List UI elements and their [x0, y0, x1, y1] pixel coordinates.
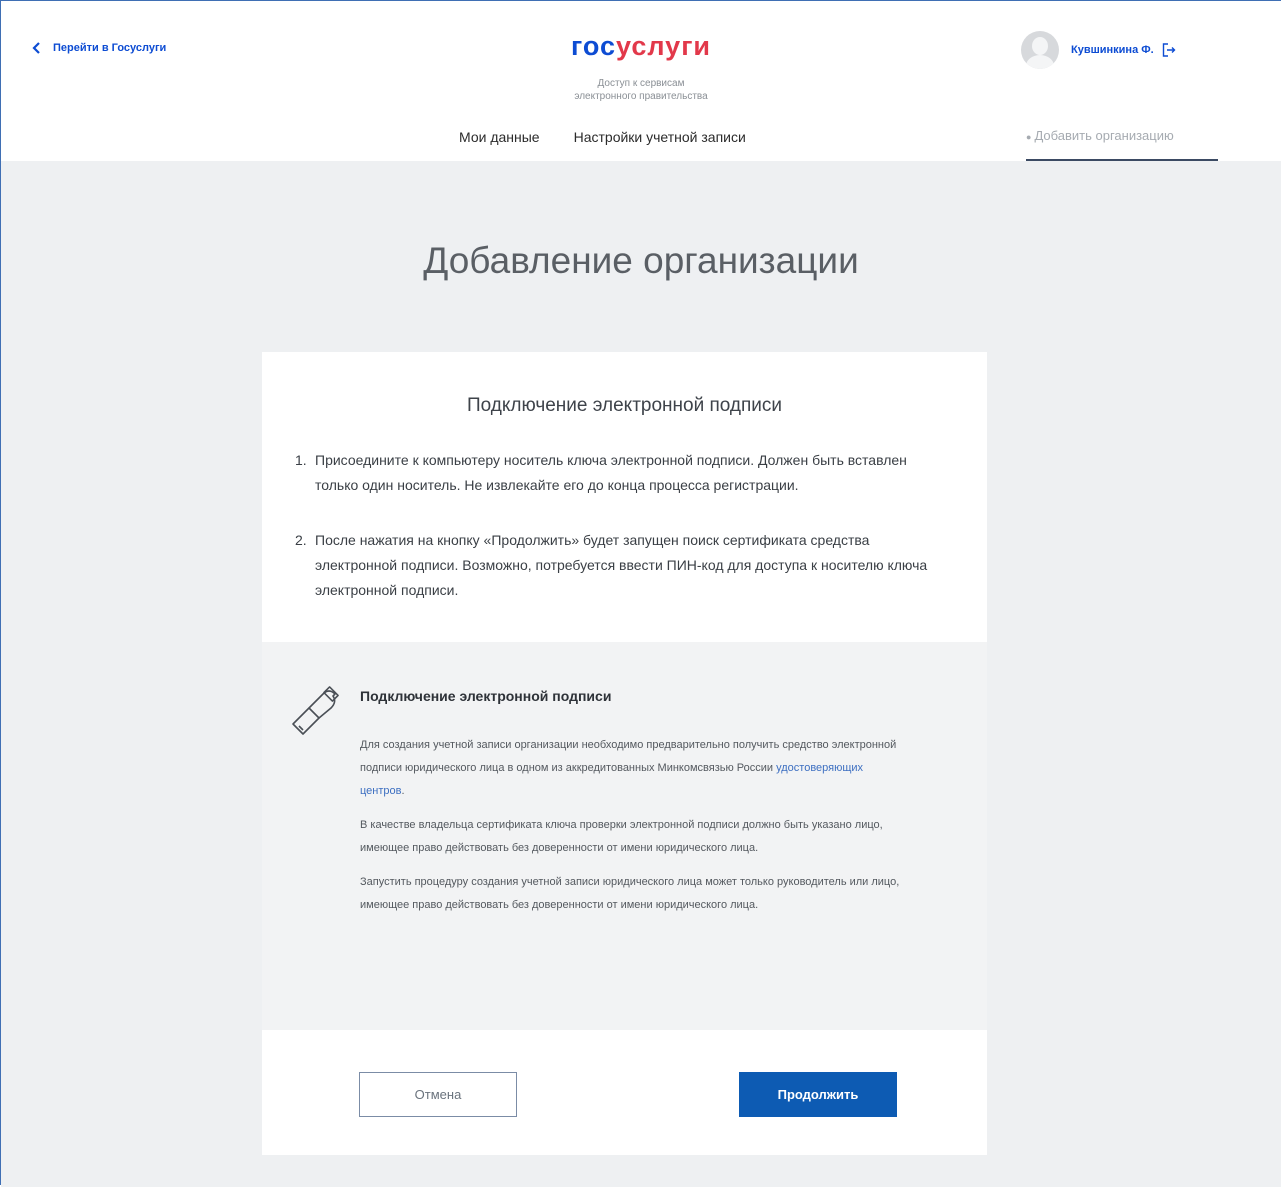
list-item: 1. Присоедините к компьютеру носитель кл… — [295, 448, 945, 498]
steps-list: 1. Присоедините к компьютеру носитель кл… — [295, 448, 945, 633]
info-paragraph-1: Для создания учетной записи организации … — [360, 734, 900, 803]
tab-add-organization-label: Добавить организацию — [1034, 128, 1174, 143]
logo-part-gos: гос — [570, 31, 617, 61]
usb-key-icon — [292, 686, 339, 735]
tab-add-organization[interactable]: ● Добавить организацию — [1026, 128, 1218, 161]
info-text: Для создания учетной записи организации … — [360, 734, 900, 928]
info-paragraph-2: В качестве владельца сертификата ключа п… — [360, 819, 883, 854]
bullet-icon: ● — [1026, 132, 1032, 142]
actions-card: Отмена Продолжить — [262, 1030, 987, 1155]
step-number: 1. — [295, 452, 307, 468]
user-menu[interactable]: Кувшинкина Ф. — [1021, 31, 1176, 69]
logout-icon[interactable] — [1162, 43, 1176, 57]
nav-account-settings[interactable]: Настройки учетной записи — [574, 129, 746, 145]
step-text: Присоедините к компьютеру носитель ключа… — [315, 452, 907, 493]
info-paragraph-3: Запустить процедуру создания учетной зап… — [360, 876, 900, 911]
info-panel: Подключение электронной подписи Для созд… — [262, 642, 987, 1030]
header-subtitle: Доступ к сервисам электронного правитель… — [1, 77, 1281, 103]
step-number: 2. — [295, 532, 307, 548]
list-item: 2. После нажатия на кнопку «Продолжить» … — [295, 528, 945, 603]
info-title: Подключение электронной подписи — [360, 688, 612, 704]
info-paragraph-1-end: . — [401, 785, 405, 797]
page-title: Добавление организации — [423, 240, 859, 281]
header: Перейти в Госуслуги госуслуги Доступ к с… — [1, 1, 1281, 161]
card-title: Подключение электронной подписи — [466, 395, 783, 416]
avatar[interactable] — [1021, 31, 1059, 69]
continue-button[interactable]: Продолжить — [739, 1072, 897, 1117]
subtitle-line-1: Доступ к сервисам — [597, 78, 685, 89]
nav-my-data[interactable]: Мои данные — [459, 129, 540, 145]
signature-card: Подключение электронной подписи 1. Присо… — [262, 352, 987, 642]
step-text: После нажатия на кнопку «Продолжить» буд… — [315, 532, 928, 598]
cancel-button[interactable]: Отмена — [359, 1072, 517, 1117]
account-nav: Мои данные Настройки учетной записи — [459, 129, 746, 145]
user-name[interactable]: Кувшинкина Ф. — [1071, 44, 1154, 56]
logo-part-uslugi: услуги — [616, 31, 712, 61]
subtitle-line-2: электронного правительства — [574, 91, 708, 102]
